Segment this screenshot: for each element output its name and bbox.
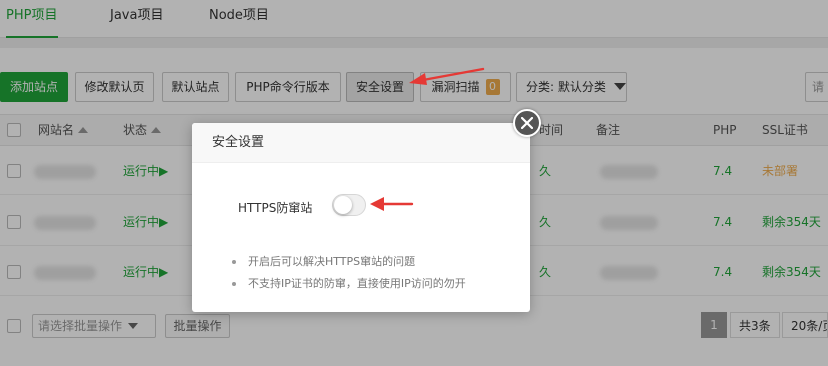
close-icon[interactable] (513, 109, 541, 137)
annotation-arrow-icon (370, 197, 414, 211)
security-settings-dialog: 安全设置 HTTPS防窜站 开启后可以解决HTTPS窜站的问题 不支持IP证书的… (192, 123, 530, 312)
dialog-title: 安全设置 (192, 123, 530, 163)
close-x-glyph (521, 117, 533, 129)
https-anti-hijack-toggle[interactable] (332, 194, 366, 216)
tip-item: 不支持IP证书的防窜，直接使用IP访问的勿开 (232, 273, 522, 295)
tip-item: 开启后可以解决HTTPS窜站的问题 (232, 251, 522, 273)
dialog-tips: 开启后可以解决HTTPS窜站的问题 不支持IP证书的防窜，直接使用IP访问的勿开 (232, 251, 522, 295)
toggle-knob (334, 196, 352, 214)
https-anti-hijack-label: HTTPS防窜站 (238, 201, 313, 215)
annotation-arrow-icon (409, 67, 485, 85)
